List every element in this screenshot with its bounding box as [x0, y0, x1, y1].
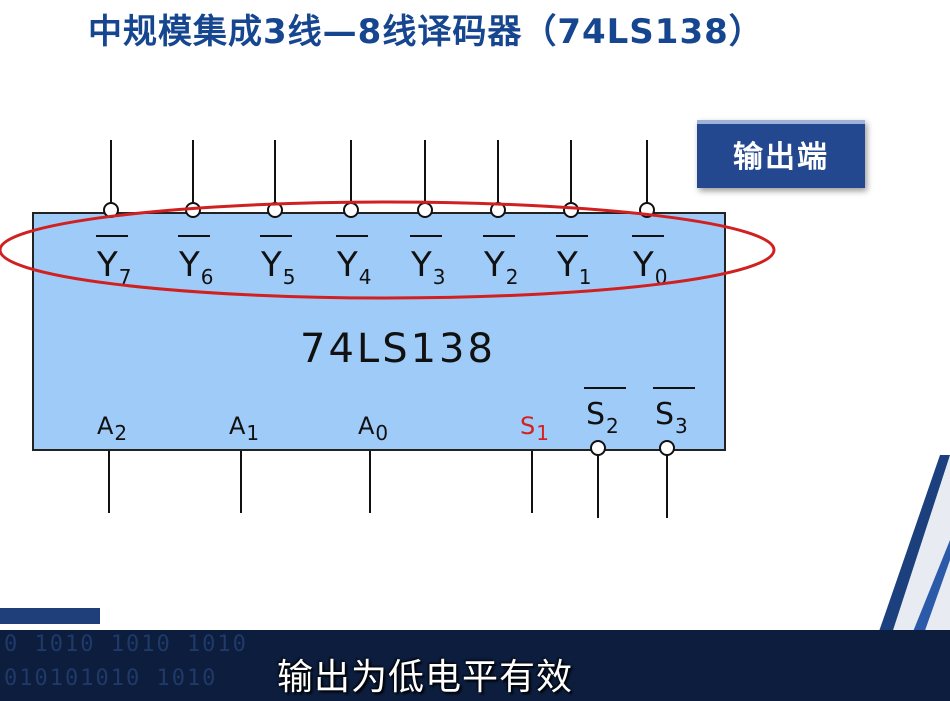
output-inversion-bubble — [343, 202, 359, 218]
input-inversion-bubble — [590, 440, 606, 456]
caption-subtitle: 输出为低电平有效 — [276, 657, 573, 698]
footer-accent — [0, 608, 100, 624]
input-inversion-bubble — [659, 440, 675, 456]
output-inversion-bubble — [417, 202, 433, 218]
decoder-diagram: 74LS138 Y7 Y6 Y5 Y4 Y3 Y2 Y1 Y0 A2 A1 A0 S1S2 S3 — [0, 140, 950, 701]
output-inversion-bubble — [563, 202, 579, 218]
chip-name: 74LS138 — [300, 326, 496, 372]
